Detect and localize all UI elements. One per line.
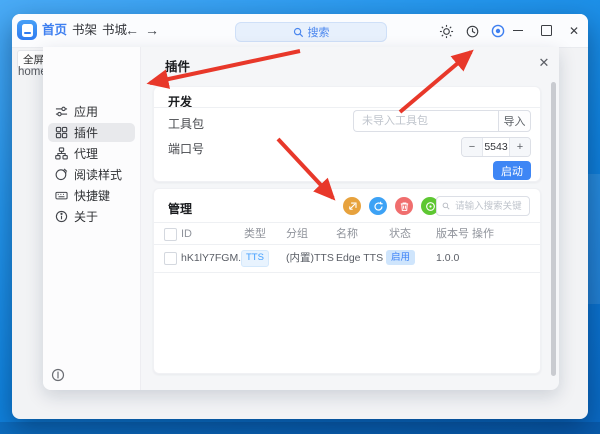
forward-icon[interactable]: → bbox=[145, 14, 159, 47]
back-icon[interactable]: ← bbox=[125, 14, 139, 47]
desktop: 首页 书架 书城 ← → 搜索 ✕ 全屏 home 应用 插件 代理 阅读样式 … bbox=[0, 0, 600, 434]
col-header-actions: 操作 bbox=[472, 228, 494, 240]
search-icon bbox=[442, 202, 450, 210]
sidebar-item-label: 快捷键 bbox=[74, 189, 111, 203]
col-header-version: 版本号 bbox=[436, 228, 469, 240]
cell-version: 1.0.0 bbox=[436, 252, 460, 264]
style-pen-icon bbox=[55, 168, 68, 181]
wallpaper-band bbox=[0, 422, 600, 434]
plugin-float-icon[interactable] bbox=[488, 21, 508, 41]
type-badge: TTS bbox=[241, 250, 269, 267]
network-icon bbox=[55, 147, 68, 160]
sidebar-item-label: 应用 bbox=[74, 105, 99, 119]
sidebar-item-reading-style[interactable]: 阅读样式 bbox=[48, 165, 135, 184]
sidebar-item-label: 代理 bbox=[74, 147, 99, 161]
row-checkbox[interactable] bbox=[164, 252, 177, 265]
theme-icon[interactable] bbox=[436, 21, 456, 41]
search-icon bbox=[293, 27, 303, 37]
wallpaper-band bbox=[586, 173, 600, 304]
sidebar-item-label: 关于 bbox=[74, 210, 99, 224]
port-value[interactable]: 5543 bbox=[483, 138, 509, 156]
plugin-search-input[interactable] bbox=[453, 199, 524, 213]
minimize-button[interactable] bbox=[506, 14, 530, 47]
plugin-settings-dialog: 应用 插件 代理 阅读样式 快捷键 关于 插件 ✕ 开发 工具包 未导入工具包 … bbox=[43, 47, 559, 390]
dialog-content: 插件 ✕ 开发 工具包 导入 端口号 − 5543 + 启动 bbox=[140, 47, 559, 390]
toolkit-input[interactable] bbox=[353, 110, 498, 132]
sidebar-item-label: 阅读样式 bbox=[74, 168, 123, 182]
toolkit-label: 工具包 bbox=[168, 117, 205, 131]
sidebar-item-apps[interactable]: 应用 bbox=[48, 102, 135, 121]
maximize-button[interactable] bbox=[534, 14, 558, 47]
store-icon bbox=[425, 201, 435, 211]
delete-plugins-button[interactable] bbox=[395, 197, 413, 215]
port-label: 端口号 bbox=[168, 142, 205, 156]
history-icon[interactable] bbox=[462, 21, 482, 41]
refresh-plugins-button[interactable] bbox=[369, 197, 387, 215]
dev-section-card: 开发 工具包 导入 端口号 − 5543 + 启动 bbox=[153, 86, 541, 182]
minimize-icon bbox=[513, 29, 523, 32]
port-increment-button[interactable]: + bbox=[509, 138, 530, 156]
info-icon bbox=[55, 210, 68, 223]
nav-bookstore[interactable]: 书城 bbox=[102, 14, 127, 47]
keyboard-icon bbox=[55, 189, 68, 202]
status-badge: 启用 bbox=[386, 250, 416, 265]
sidebar-item-proxy[interactable]: 代理 bbox=[48, 144, 135, 163]
col-header-status: 状态 bbox=[389, 228, 411, 240]
settings-sidebar: 应用 插件 代理 阅读样式 快捷键 关于 bbox=[43, 47, 141, 390]
port-decrement-button[interactable]: − bbox=[462, 138, 483, 156]
app-logo-icon[interactable] bbox=[17, 20, 37, 40]
col-header-group: 分组 bbox=[286, 228, 308, 240]
cell-id: hK1lY7FGM... bbox=[181, 252, 247, 264]
app-window: 首页 书架 书城 ← → 搜索 ✕ 全屏 home 应用 插件 代理 阅读样式 … bbox=[12, 14, 588, 419]
port-stepper: − 5543 + bbox=[461, 137, 531, 157]
import-icon bbox=[348, 201, 357, 210]
delete-icon bbox=[400, 202, 408, 211]
book-glyph bbox=[21, 23, 33, 37]
table-header-row: ID 类型 分组 名称 状态 版本号 操作 bbox=[154, 225, 540, 243]
sidebar-item-about[interactable]: 关于 bbox=[48, 207, 135, 226]
dialog-close-button[interactable]: ✕ bbox=[535, 54, 553, 72]
maximize-icon bbox=[540, 25, 552, 36]
col-header-id: ID bbox=[181, 228, 192, 240]
nav-home[interactable]: 首页 bbox=[42, 14, 67, 47]
refresh-icon bbox=[373, 201, 383, 211]
col-header-name: 名称 bbox=[336, 228, 358, 240]
close-icon: ✕ bbox=[568, 23, 580, 38]
col-header-type: 类型 bbox=[244, 228, 266, 240]
tune-icon bbox=[55, 105, 68, 118]
sidebar-item-label: 插件 bbox=[74, 126, 99, 140]
import-toolkit-button[interactable]: 导入 bbox=[498, 110, 531, 132]
start-button[interactable]: 启动 bbox=[493, 161, 531, 180]
import-plugin-button[interactable] bbox=[343, 197, 361, 215]
cell-group: (内置)TTS bbox=[286, 252, 334, 264]
nav-bookshelf[interactable]: 书架 bbox=[72, 14, 97, 47]
manage-section-title: 管理 bbox=[168, 202, 193, 216]
titlebar: 首页 书架 书城 ← → 搜索 ✕ bbox=[12, 14, 588, 48]
table-row[interactable]: hK1lY7FGM... TTS (内置)TTS Edge TTS E... 启… bbox=[154, 245, 540, 271]
manage-section-card: 管理 请输入搜索关键字 ID 类型 分组 名称 状态 版本号 操作 hK1lY7… bbox=[153, 188, 541, 374]
sidebar-item-plugins[interactable]: 插件 bbox=[48, 123, 135, 142]
dialog-title: 插件 bbox=[165, 60, 191, 74]
sidebar-item-hotkeys[interactable]: 快捷键 bbox=[48, 186, 135, 205]
grid-icon bbox=[55, 126, 68, 139]
close-window-button[interactable]: ✕ bbox=[562, 14, 586, 47]
search-placeholder: 搜索 bbox=[307, 27, 330, 39]
plugin-search-box[interactable] bbox=[436, 196, 530, 216]
select-all-checkbox[interactable] bbox=[164, 228, 177, 241]
about-info-icon[interactable] bbox=[51, 368, 65, 382]
search-input[interactable]: 搜索 bbox=[235, 22, 387, 42]
dialog-scrollbar[interactable] bbox=[551, 82, 556, 376]
